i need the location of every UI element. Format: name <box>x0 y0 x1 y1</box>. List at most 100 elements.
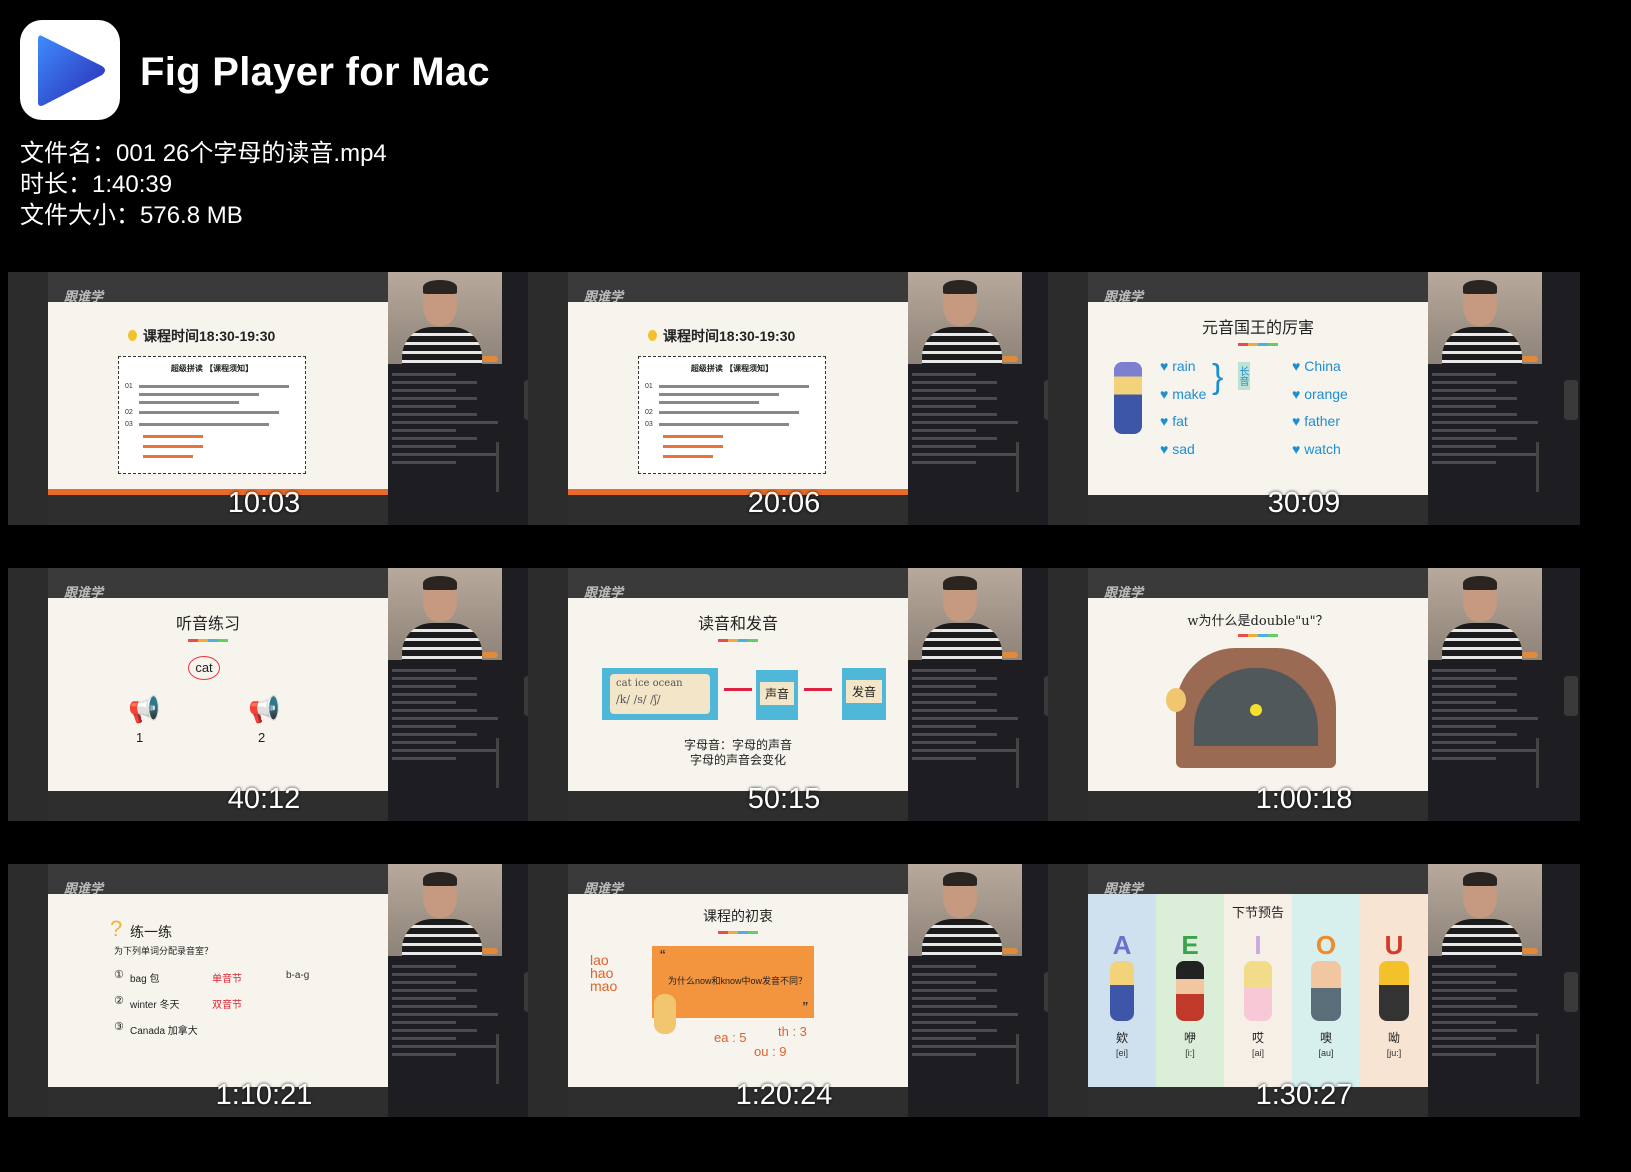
scrollbar <box>1536 1034 1539 1084</box>
character-card: A 欸 [ei] <box>1088 930 1156 1058</box>
scrollbar <box>1536 738 1539 788</box>
item-number: 01 <box>125 383 133 390</box>
box-title: 超级拼读 【课程须知】 <box>690 364 774 373</box>
thumbnail[interactable]: 课程时间18:30-19:30 超级拼读 【课程须知】 01 02 03 跟谁学 <box>8 272 540 525</box>
file-size: 文件大小：576.8 MB <box>20 202 243 229</box>
character-letter: U <box>1384 930 1404 960</box>
slide: 听音练习 cat 📢 📢 1 2 <box>48 598 388 791</box>
slide-title: 读音和发音 <box>568 610 908 642</box>
slide: 读音和发音 cat ice ocean /k/ /s/ /ʃ/ 声音 发音 字母… <box>568 598 908 791</box>
quote-close-icon: ” <box>802 1000 808 1017</box>
character-e-icon <box>1176 961 1204 1021</box>
character-i-icon <box>1244 961 1272 1021</box>
slide-title: 课程的初衷 <box>568 906 908 934</box>
row-num: ③ <box>114 1021 124 1033</box>
character-letter: I <box>1254 930 1262 960</box>
item-number: 03 <box>645 421 653 428</box>
option-label: 2 <box>258 730 266 745</box>
row-num: ① <box>114 969 124 981</box>
thumbnail[interactable]: 课程的初衷 lao hao mao “ 为什么now和know中ow发音不同？ … <box>528 864 1060 1117</box>
thumbnail[interactable]: w为什么是double"u"？ 跟谁学 1:00:18 <box>1048 568 1580 821</box>
row-word: winter 冬天 <box>130 1000 180 1011</box>
slide-heading: 课程时间18:30-19:30 <box>143 328 276 344</box>
arrow <box>724 688 752 691</box>
thumbnail[interactable]: 读音和发音 cat ice ocean /k/ /s/ /ʃ/ 声音 发音 字母… <box>528 568 1060 821</box>
chat-list <box>912 948 1018 1061</box>
arrow <box>804 688 832 691</box>
chat-list <box>912 356 1018 469</box>
teacher-camera <box>908 864 1022 956</box>
file-name: 文件名：001 26个字母的读音.mp4 <box>20 140 387 167</box>
side-toggle <box>1564 972 1578 1012</box>
chat-list <box>392 948 498 1061</box>
character-card: O 噢 [au] <box>1292 930 1360 1058</box>
timestamp: 30:09 <box>1267 487 1341 519</box>
thumbnail[interactable]: 下节预告 A 欸 [ei] E 咿 [i:] I 哎 [ai] O 噢 [au]… <box>1048 864 1580 1117</box>
brand-logo: 跟谁学 <box>1104 289 1144 304</box>
teacher-camera <box>388 272 502 364</box>
bulb-icon <box>128 330 137 341</box>
brand-logo: 跟谁学 <box>64 585 104 600</box>
character-name: 呦 <box>1387 1031 1400 1045</box>
thumbnail[interactable]: 听音练习 cat 📢 📢 1 2 跟谁学 40:12 <box>8 568 540 821</box>
slide-subheading: 为下列单词分配录音室？ <box>114 946 214 956</box>
character-letter: A <box>1112 930 1132 960</box>
cartoon-kid-icon <box>654 994 676 1034</box>
slide-heading: 练一练 <box>130 924 172 940</box>
slide: 课程的初衷 lao hao mao “ 为什么now和know中ow发音不同？ … <box>568 894 908 1087</box>
thumbnail[interactable]: ? 练一练 为下列单词分配录音室？ ① bag 包 单音节 b-a-g ② wi… <box>8 864 540 1117</box>
note: ea : 5 <box>714 1030 747 1045</box>
teacher-camera <box>388 568 502 660</box>
box-ipa: /k/ /s/ /ʃ/ <box>616 693 661 706</box>
character-ipa: [au] <box>1318 1048 1334 1058</box>
chat-list <box>1432 356 1538 469</box>
app-icon <box>20 20 120 120</box>
thumbnail[interactable]: 元音国王的厉害 ♥ rain ♥ make ♥ fat ♥ sad } 长音 ♥… <box>1048 272 1580 525</box>
quote-text: 为什么now和know中ow发音不同？ <box>668 976 808 986</box>
scrollbar <box>1016 1034 1019 1084</box>
brand-logo: 跟谁学 <box>1104 881 1144 896</box>
item-number: 02 <box>125 409 133 416</box>
timestamp: 1:30:27 <box>1255 1079 1353 1111</box>
character-ipa: [ei] <box>1115 1048 1128 1058</box>
word-bubble: cat <box>188 656 220 680</box>
item-number: 03 <box>125 421 133 428</box>
character-ipa: [i:] <box>1185 1048 1195 1058</box>
thumbnail[interactable]: 课程时间18:30-19:30 超级拼读 【课程须知】 01 02 03 跟谁学 <box>528 272 1060 525</box>
timestamp: 10:03 <box>227 487 301 519</box>
teacher-camera <box>908 568 1022 660</box>
king-a-icon <box>1114 362 1142 434</box>
side-toggle <box>1564 676 1578 716</box>
slide-title: 元音国王的厉害 <box>1088 314 1428 346</box>
slide: 下节预告 A 欸 [ei] E 咿 [i:] I 哎 [ai] O 噢 [au]… <box>1088 894 1428 1087</box>
timestamp: 1:00:18 <box>1255 783 1353 815</box>
note: th : 3 <box>778 1024 807 1039</box>
character-u-icon <box>1379 961 1409 1021</box>
character-letter: E <box>1181 930 1199 960</box>
scrollbar <box>496 1034 499 1084</box>
brand-logo: 跟谁学 <box>1104 585 1144 600</box>
character-card: U 呦 [ju:] <box>1360 930 1428 1058</box>
character-card: E 咿 [i:] <box>1156 930 1224 1058</box>
letter-box: cat ice ocean /k/ /s/ /ʃ/ <box>602 668 718 720</box>
notice-box: 超级拼读 【课程须知】 01 02 03 <box>638 356 826 474</box>
question-mark-icon: ? <box>110 916 123 941</box>
timestamp: 40:12 <box>227 783 301 815</box>
timestamp: 1:10:21 <box>215 1079 313 1111</box>
file-info: 文件名：001 26个字母的读音.mp4 时长：1:40:39 文件大小：576… <box>20 138 387 231</box>
character-name: 噢 <box>1319 1031 1332 1045</box>
scrollbar <box>496 738 499 788</box>
slide: 元音国王的厉害 ♥ rain ♥ make ♥ fat ♥ sad } 长音 ♥… <box>1088 302 1428 495</box>
step-pronounce: 发音 <box>846 680 882 703</box>
teacher-camera <box>1428 864 1542 956</box>
timestamp: 1:20:24 <box>735 1079 833 1111</box>
row-extra: b-a-g <box>286 970 310 981</box>
play-icon <box>38 35 105 106</box>
quote-card: “ 为什么now和know中ow发音不同？ ” <box>652 946 814 1018</box>
character-name: 哎 <box>1251 1031 1264 1045</box>
character-ipa: [ai] <box>1251 1048 1264 1058</box>
slide-title: w为什么是double"u"？ <box>1088 610 1428 637</box>
slide-title: 听音练习 <box>48 610 378 642</box>
item-number: 01 <box>645 383 653 390</box>
row-num: ② <box>114 995 124 1007</box>
